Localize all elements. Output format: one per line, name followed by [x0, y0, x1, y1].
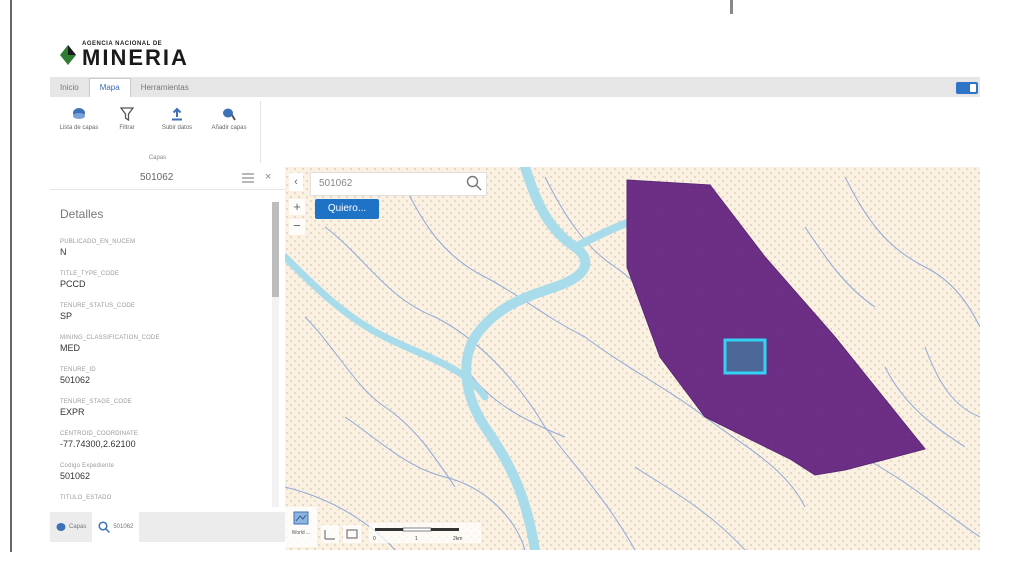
add-layers-icon [223, 108, 236, 121]
diamond-logo-icon [60, 45, 76, 65]
search-input[interactable]: 501062 [319, 178, 352, 189]
tab-inicio[interactable]: Inicio [50, 79, 89, 97]
search-icon [98, 521, 111, 533]
attribute-item: CENTROID_COORDINATE -77.74300,2.62100 [60, 431, 260, 463]
tab-herramientas[interactable]: Herramientas [131, 79, 199, 97]
panel-header: 501062 × [50, 167, 285, 190]
attribute-value: PCCD [60, 279, 86, 289]
attribute-key: TENURE_ID [60, 367, 96, 373]
attribute-value: 501062 [60, 375, 91, 385]
tab-label: 501062 [113, 524, 134, 530]
map-bottom-tools: World ... 0 1 2km [285, 497, 481, 547]
measure-tool-button[interactable] [321, 525, 339, 543]
panel-title: 501062 [140, 172, 174, 183]
attribute-value: MED [60, 343, 80, 353]
scale-label: 0 [373, 536, 376, 542]
quiero-button[interactable]: Quiero... [315, 199, 379, 219]
attribute-value: EXPR [60, 407, 85, 417]
selection-highlight[interactable] [723, 338, 767, 375]
attribute-item: TENURE_ID 501062 [60, 367, 260, 399]
ribbon-toolbar: Lista de capas Filtrar Subir datos Añadi… [50, 97, 980, 168]
attribute-item: TENURE_STATUS_CODE SP [60, 303, 260, 335]
zoom-out-button[interactable]: − [289, 219, 305, 235]
tool-label: Lista de capas [59, 125, 99, 131]
zoom-in-button[interactable]: + [289, 199, 305, 215]
coordinates-icon [346, 529, 358, 539]
attribute-key: MINING_CLASSIFICATION_CODE [60, 335, 160, 341]
tab-mapa[interactable]: Mapa [88, 78, 131, 97]
tool-label: Filtrar [119, 125, 135, 131]
coordinates-tool-button[interactable] [343, 525, 361, 543]
map-search-box[interactable]: 501062 [310, 172, 487, 196]
bottom-tabs: Capas 501062 [50, 512, 285, 542]
attribute-value: N [60, 247, 67, 257]
basemap-label: World ... [291, 530, 311, 536]
close-icon[interactable]: × [265, 171, 271, 183]
attribute-value: SP [60, 311, 73, 321]
attribute-key: TENURE_STATUS_CODE [60, 303, 136, 309]
layer-list-button[interactable]: Lista de capas [57, 107, 101, 131]
window-edge [10, 0, 12, 552]
attribute-key: PUBLICADO_EN_NUCEM [60, 239, 136, 245]
search-icon[interactable] [466, 175, 482, 191]
group-label: Capas [148, 155, 167, 161]
filter-icon [120, 107, 134, 121]
layers-icon [56, 523, 66, 531]
attribute-item: TENURE_STAGE_CODE EXPR [60, 399, 260, 431]
attribute-key: TENURE_STAGE_CODE [60, 399, 132, 405]
attribute-key: Codigo Expediente [60, 463, 115, 469]
app-window: AGENCIA NACIONAL DE MINERIA Inicio Mapa … [50, 30, 980, 550]
basemap-button[interactable]: World ... [285, 507, 317, 547]
attribute-item: MINING_CLASSIFICATION_CODE MED [60, 335, 260, 367]
filter-button[interactable]: Filtrar [105, 107, 149, 131]
map-view[interactable]: ‹ 501062 + − Quiero... World ... 0 1 2km [285, 167, 980, 550]
attribute-item: TITLE_TYPE_CODE PCCD [60, 271, 260, 303]
measure-icon [324, 530, 335, 540]
attribute-item: PUBLICADO_EN_NUCEM N [60, 239, 260, 271]
attribute-key: TITLE_TYPE_CODE [60, 271, 120, 277]
tool-label: Añadir capas [211, 125, 247, 131]
panel-toggle-button[interactable] [956, 82, 978, 94]
scale-bar-graphic [375, 527, 459, 532]
brand-logo: AGENCIA NACIONAL DE MINERIA [60, 38, 189, 72]
layers-icon [73, 108, 85, 119]
attribute-key: TITULO_ESTADO [60, 495, 112, 501]
collapse-panel-button[interactable]: ‹ [289, 173, 303, 191]
tab-capas[interactable]: Capas [50, 512, 92, 542]
upload-icon [172, 107, 182, 121]
layers-group: Lista de capas Filtrar Subir datos Añadi… [55, 101, 261, 163]
scrollbar-thumb[interactable] [272, 202, 279, 297]
scale-label: 1 [415, 536, 418, 542]
attribute-key: CENTROID_COORDINATE [60, 431, 139, 437]
tab-label: Capas [69, 524, 87, 530]
cursor-mark [730, 0, 733, 14]
map-canvas[interactable] [285, 167, 980, 550]
details-heading: Detalles [60, 207, 104, 221]
add-layers-button[interactable]: Añadir capas [207, 107, 251, 131]
attribute-item: Codigo Expediente 501062 [60, 463, 260, 495]
tab-result[interactable]: 501062 [92, 512, 140, 542]
attribute-value: 501062 [60, 471, 91, 481]
tool-label: Subir datos [161, 125, 193, 131]
scale-bar: 0 1 2km [369, 523, 481, 543]
scale-label: 2km [453, 536, 463, 542]
upload-data-button[interactable]: Subir datos [155, 107, 199, 131]
basemap-icon [293, 511, 309, 525]
ribbon-tabs: Inicio Mapa Herramientas [50, 77, 980, 97]
details-panel: 501062 × Detalles PUBLICADO_EN_NUCEM N T… [50, 167, 285, 550]
attribute-value: -77.74300,2.62100 [60, 439, 136, 449]
list-icon[interactable] [242, 173, 254, 183]
brand-title: MINERIA [82, 45, 189, 70]
attribute-list: PUBLICADO_EN_NUCEM N TITLE_TYPE_CODE PCC… [60, 239, 260, 527]
